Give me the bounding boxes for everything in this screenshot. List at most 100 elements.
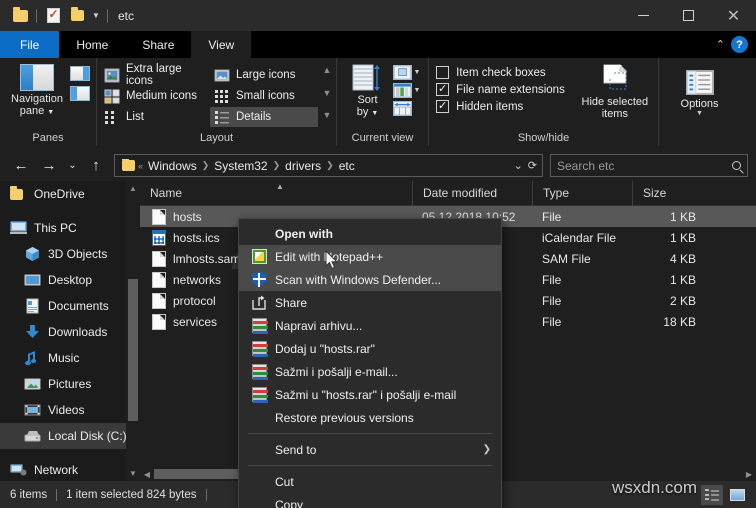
breadcrumb-chevron-icon[interactable]: ❯ [273,160,281,171]
scrollbar-thumb[interactable] [128,279,138,421]
pane-toggle-icons [70,64,90,101]
details-view-button[interactable] [701,485,723,505]
checkbox-hidden-items[interactable]: Hidden items [436,100,565,113]
tab-home[interactable]: Home [59,31,125,58]
layout-label: Medium icons [126,90,197,102]
breadcrumb-drivers[interactable]: drivers [280,159,326,173]
tab-share[interactable]: Share [125,31,191,58]
tab-view[interactable]: View [191,31,251,58]
scroll-up-icon[interactable]: ▲ [126,181,140,196]
window-controls: ✕ [621,0,756,31]
chevron-down-icon[interactable]: ▼ [414,87,421,94]
breadcrumb-chevron-icon[interactable]: ❯ [326,160,334,171]
column-header-size[interactable]: Size [632,181,712,206]
layout-scroll-controls[interactable]: ▲ ▼ ▼ [321,64,333,122]
group-by-button[interactable]: ▼ [393,65,421,80]
breadcrumb-etc[interactable]: etc [334,159,360,173]
layout-list[interactable]: List [100,107,208,127]
context-menu-item-dodaj-u-hosts-rar[interactable]: Dodaj u "hosts.rar" [239,337,501,360]
sidebar-item-desktop[interactable]: Desktop [0,267,140,293]
details-pane-icon[interactable] [70,86,90,101]
search-box[interactable]: Search etc [550,154,748,177]
up-button[interactable]: ↑ [83,153,109,179]
layout-large-icons[interactable]: Large icons [210,65,318,85]
new-folder-icon[interactable] [65,0,89,31]
refresh-icon[interactable]: ⟳ [528,159,537,172]
forward-button[interactable]: → [36,153,62,179]
sidebar-item-this-pc[interactable]: This PC [0,215,140,241]
context-menu-item-scan-with-windows-defender[interactable]: Scan with Windows Defender... [239,268,501,291]
layout-extra-large-icons[interactable]: Extra large icons [100,65,208,85]
context-menu-item-copy[interactable]: Copy [239,493,501,508]
sidebar-item-label: This PC [34,221,77,235]
scroll-right-icon[interactable]: ▶ [742,467,756,481]
sidebar-item-label: Downloads [48,325,107,339]
preview-pane-icon[interactable] [70,66,90,81]
checkbox-checked-icon[interactable] [436,83,449,96]
search-icon[interactable] [732,161,741,170]
expand-gallery-icon[interactable]: ▼ [323,111,332,120]
checkbox-checked-icon[interactable] [436,100,449,113]
options-button[interactable]: Options ▼ [667,70,733,117]
column-header-type[interactable]: Type [532,181,632,206]
add-columns-button[interactable]: ▼ [393,83,421,98]
breadcrumb-chevron-icon[interactable]: ❯ [202,160,210,171]
recent-locations-button[interactable]: ⌄ [64,153,81,179]
breadcrumb-windows[interactable]: Windows [143,159,202,173]
size-all-columns-button[interactable] [393,101,421,116]
address-dropdown-icon[interactable]: ⌄ [514,159,523,172]
chevron-down-icon[interactable]: ▼ [696,110,703,117]
chevron-up-icon[interactable]: ⌃ [716,38,725,51]
sidebar-item-pictures[interactable]: Pictures [0,371,140,397]
checkbox-icon[interactable] [436,66,449,79]
sidebar-item-documents[interactable]: Documents [0,293,140,319]
scroll-down-icon[interactable]: ▼ [126,466,140,481]
sidebar-item-downloads[interactable]: Downloads [0,319,140,345]
tab-file[interactable]: File [0,31,59,58]
sidebar-item-onedrive[interactable]: OneDrive [0,181,140,207]
back-button[interactable]: ← [8,153,34,179]
column-header-name[interactable]: Name ▲ [140,181,412,206]
context-menu-item-sazmi-u-hosts-rar-i-posalji-email[interactable]: Sažmi u "hosts.rar" i pošalji e-mail [239,383,501,406]
checkbox-file-name-extensions[interactable]: File name extensions [436,83,565,96]
scroll-up-icon[interactable]: ▲ [323,66,332,75]
layout-medium-icons[interactable]: Medium icons [100,86,208,106]
chevron-down-icon[interactable]: ▼ [89,11,103,20]
hide-selected-items-button[interactable]: Hide selected items [579,64,651,120]
sidebar-scrollbar[interactable]: ▲ ▼ [126,181,140,481]
context-menu-item-cut[interactable]: Cut [239,470,501,493]
large-icons-icon [214,68,230,83]
context-menu-item-share[interactable]: Share [239,291,501,314]
column-header-date-modified[interactable]: Date modified [412,181,532,206]
context-menu-item-sazmi-i-posalji-email[interactable]: Sažmi i pošalji e-mail... [239,360,501,383]
search-input[interactable]: Search etc [557,159,732,173]
context-menu-separator [248,433,492,434]
context-menu-item-napravi-arhivu[interactable]: Napravi arhivu... [239,314,501,337]
layout-details[interactable]: Details [210,107,318,127]
checkbox-item-check-boxes[interactable]: Item check boxes [436,66,565,79]
scroll-down-icon[interactable]: ▼ [323,89,332,98]
close-button[interactable]: ✕ [711,0,756,31]
properties-icon[interactable] [41,0,65,31]
sidebar-item-3d-objects[interactable]: 3D Objects [0,241,140,267]
sidebar-item-local-disk-c[interactable]: Local Disk (C:) [0,423,140,449]
sidebar-item-videos[interactable]: Videos [0,397,140,423]
chevron-down-icon[interactable]: ▼ [414,69,421,76]
sidebar-item-network[interactable]: Network [0,457,140,481]
folder-icon[interactable] [8,0,32,31]
context-menu-item-send-to[interactable]: Send to ❯ [239,438,501,461]
breadcrumb-system32[interactable]: System32 [209,159,272,173]
layout-small-icons[interactable]: Small icons [210,86,318,106]
context-menu-item-open-with[interactable]: Open with [239,222,501,245]
maximize-button[interactable] [666,0,711,31]
sidebar-item-music[interactable]: Music [0,345,140,371]
scroll-left-icon[interactable]: ◀ [140,467,154,481]
context-menu-item-edit-with-notepadpp[interactable]: Edit with Notepad++ [239,245,501,268]
large-icons-view-button[interactable] [726,485,748,505]
help-icon[interactable]: ? [731,36,748,53]
sort-by-button[interactable]: Sort by ▼ [345,64,391,120]
minimize-button[interactable] [621,0,666,31]
context-menu-item-restore-previous-versions[interactable]: Restore previous versions [239,406,501,429]
navigation-pane-button[interactable]: Navigation pane ▼ [6,64,68,119]
address-field[interactable]: « Windows ❯ System32 ❯ drivers ❯ etc ⌄ ⟳ [114,154,543,177]
